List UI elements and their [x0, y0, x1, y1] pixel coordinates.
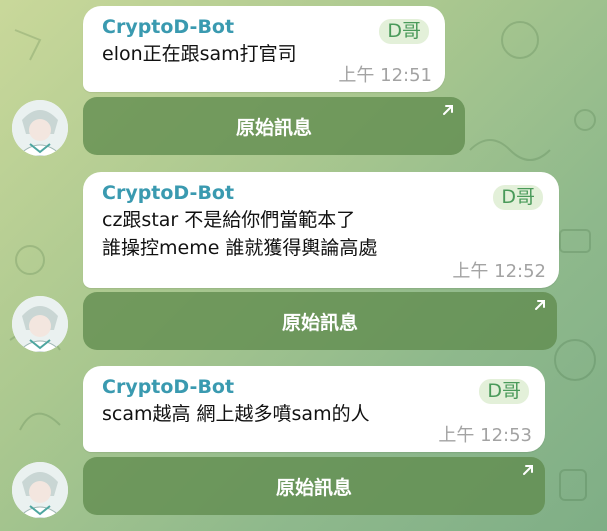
message-time: 上午 12:53	[438, 425, 532, 446]
message-text: cz跟star 不是給你們當範本了	[102, 209, 356, 231]
original-message-button[interactable]: 原始訊息	[83, 457, 545, 515]
message-bubble: CryptoD-Bot D哥 elon正在跟sam打官司 上午 12:51	[83, 6, 445, 92]
arrow-up-right-icon	[523, 465, 533, 475]
sender-tag: D哥	[379, 19, 429, 44]
message-bubble: CryptoD-Bot D哥 cz跟star 不是給你們當範本了 誰操控meme…	[83, 172, 559, 288]
bot-avatar[interactable]	[12, 100, 68, 156]
sender-name[interactable]: CryptoD-Bot	[102, 374, 531, 400]
original-message-button[interactable]: 原始訊息	[83, 97, 465, 155]
message-time: 上午 12:51	[338, 65, 432, 86]
sender-tag: D哥	[479, 379, 529, 404]
sender-name[interactable]: CryptoD-Bot	[102, 180, 545, 206]
bot-avatar[interactable]	[12, 462, 68, 518]
arrow-up-right-icon	[443, 105, 453, 115]
message-time: 上午 12:52	[452, 261, 546, 282]
original-message-label: 原始訊息	[275, 476, 352, 499]
bot-avatar[interactable]	[12, 296, 68, 352]
original-message-label: 原始訊息	[281, 311, 358, 334]
original-message-button[interactable]: 原始訊息	[83, 292, 557, 350]
sender-tag: D哥	[493, 185, 543, 210]
original-message-label: 原始訊息	[235, 116, 312, 139]
arrow-up-right-icon	[535, 300, 545, 310]
message-bubble: CryptoD-Bot D哥 scam越高 網上越多噴sam的人 上午 12:5…	[83, 366, 545, 452]
